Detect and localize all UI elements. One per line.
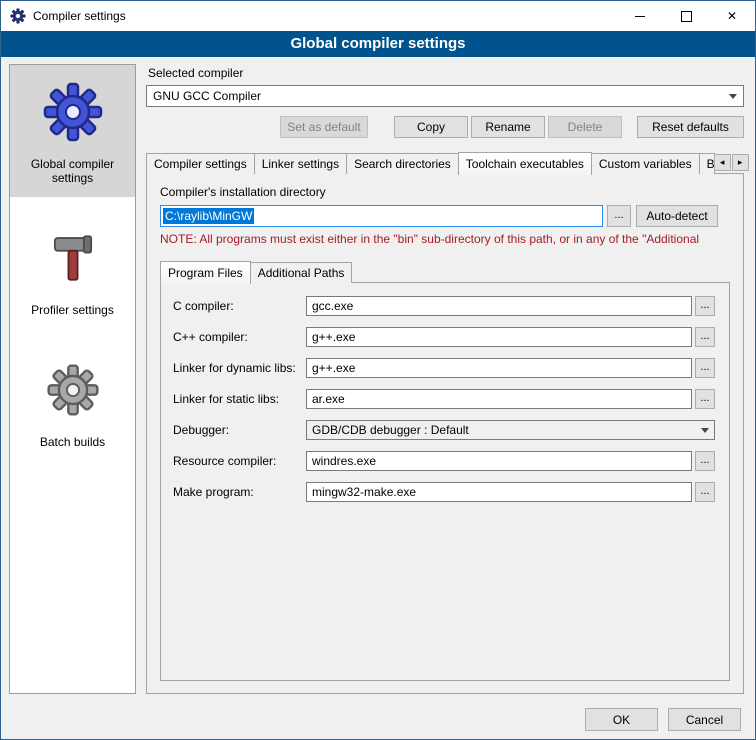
tab-scroll-left-icon[interactable]: ◂ xyxy=(714,154,731,171)
field-value: gcc.exe xyxy=(312,299,353,313)
sidebar-item-profiler-settings[interactable]: Profiler settings xyxy=(10,211,135,329)
field-value: mingw32-make.exe xyxy=(312,485,416,499)
sub-tab-strip: Program Files Additional Paths xyxy=(160,261,730,283)
chevron-down-icon xyxy=(701,428,709,433)
field-label: Make program: xyxy=(173,485,306,499)
field-label: Debugger: xyxy=(173,423,306,437)
static-linker-input[interactable]: ar.exe xyxy=(306,389,692,409)
field-label: C++ compiler: xyxy=(173,330,306,344)
ok-button[interactable]: OK xyxy=(585,708,658,731)
tab-additional-paths[interactable]: Additional Paths xyxy=(250,262,353,283)
cpp-compiler-browse-button[interactable]: ... xyxy=(695,327,715,347)
field-value: windres.exe xyxy=(312,454,376,468)
debugger-dropdown[interactable]: GDB/CDB debugger : Default xyxy=(306,420,715,440)
tab-linker-settings[interactable]: Linker settings xyxy=(254,153,347,174)
field-row-make-program: Make program: mingw32-make.exe ... xyxy=(173,482,717,502)
tab-scroll-right-icon[interactable]: ▸ xyxy=(732,154,749,171)
copy-button[interactable]: Copy xyxy=(394,116,468,138)
tab-custom-variables[interactable]: Custom variables xyxy=(591,153,700,174)
app-icon xyxy=(10,8,26,24)
set-as-default-button: Set as default xyxy=(280,116,368,138)
sidebar-item-label: Global compiler settings xyxy=(13,157,132,185)
minimize-icon xyxy=(635,16,645,17)
tab-program-files[interactable]: Program Files xyxy=(160,261,251,284)
maximize-button[interactable] xyxy=(663,1,709,31)
field-row-dynamic-linker: Linker for dynamic libs: g++.exe ... xyxy=(173,358,717,378)
field-value: ar.exe xyxy=(312,392,345,406)
close-button[interactable]: ✕ xyxy=(709,1,755,31)
field-label: Linker for static libs: xyxy=(173,392,306,406)
program-files-panel: C compiler: gcc.exe ... C++ compiler: g+… xyxy=(160,282,730,681)
content-area: Global compiler settings Profiler settin… xyxy=(1,57,755,700)
rename-button[interactable]: Rename xyxy=(471,116,545,138)
selected-compiler-label: Selected compiler xyxy=(148,66,744,80)
install-dir-value: C:\raylib\MinGW xyxy=(163,208,254,224)
auto-detect-button[interactable]: Auto-detect xyxy=(636,205,718,227)
gear-gray-icon xyxy=(13,355,132,425)
toolchain-executables-panel: Compiler's installation directory C:\ray… xyxy=(146,173,744,694)
page-title: Global compiler settings xyxy=(1,31,755,57)
sidebar-item-label: Batch builds xyxy=(13,435,132,449)
tab-scroll-buttons: ◂ ▸ xyxy=(714,154,749,171)
install-dir-browse-button[interactable]: ... xyxy=(607,205,631,227)
resource-compiler-browse-button[interactable]: ... xyxy=(695,451,715,471)
selected-compiler-dropdown[interactable]: GNU GCC Compiler xyxy=(146,85,744,107)
field-value: g++.exe xyxy=(312,330,355,344)
c-compiler-input[interactable]: gcc.exe xyxy=(306,296,692,316)
dynamic-linker-browse-button[interactable]: ... xyxy=(695,358,715,378)
title-bar: Compiler settings ✕ xyxy=(1,1,755,31)
window-controls: ✕ xyxy=(617,1,755,31)
maximize-icon xyxy=(681,11,692,22)
compiler-buttons-row: Set as default Copy Rename Delete Reset … xyxy=(146,116,744,138)
resource-compiler-input[interactable]: windres.exe xyxy=(306,451,692,471)
main-panel: Selected compiler GNU GCC Compiler Set a… xyxy=(146,64,744,694)
cancel-button[interactable]: Cancel xyxy=(668,708,741,731)
dialog-footer: OK Cancel xyxy=(1,700,755,739)
tab-toolchain-executables[interactable]: Toolchain executables xyxy=(458,152,592,175)
field-row-resource-compiler: Resource compiler: windres.exe ... xyxy=(173,451,717,471)
tab-build-options[interactable]: Build xyxy=(699,153,715,174)
delete-button: Delete xyxy=(548,116,622,138)
tab-compiler-settings[interactable]: Compiler settings xyxy=(146,153,255,174)
field-label: Linker for dynamic libs: xyxy=(173,361,306,375)
dynamic-linker-input[interactable]: g++.exe xyxy=(306,358,692,378)
install-dir-input[interactable]: C:\raylib\MinGW xyxy=(160,205,603,227)
field-row-cpp-compiler: C++ compiler: g++.exe ... xyxy=(173,327,717,347)
field-row-c-compiler: C compiler: gcc.exe ... xyxy=(173,296,717,316)
sidebar-item-batch-builds[interactable]: Batch builds xyxy=(10,343,135,461)
hammer-icon xyxy=(13,223,132,293)
static-linker-browse-button[interactable]: ... xyxy=(695,389,715,409)
compiler-settings-window: Compiler settings ✕ Global compiler sett… xyxy=(0,0,756,740)
sidebar-item-label: Profiler settings xyxy=(13,303,132,317)
settings-sidebar: Global compiler settings Profiler settin… xyxy=(9,64,136,694)
sidebar-item-global-compiler-settings[interactable]: Global compiler settings xyxy=(10,65,135,197)
make-program-browse-button[interactable]: ... xyxy=(695,482,715,502)
chevron-down-icon xyxy=(729,94,737,99)
field-label: Resource compiler: xyxy=(173,454,306,468)
field-row-debugger: Debugger: GDB/CDB debugger : Default xyxy=(173,420,717,440)
selected-compiler-value: GNU GCC Compiler xyxy=(153,89,723,103)
field-value: g++.exe xyxy=(312,361,355,375)
make-program-input[interactable]: mingw32-make.exe xyxy=(306,482,692,502)
field-label: C compiler: xyxy=(173,299,306,313)
window-title: Compiler settings xyxy=(33,9,617,23)
install-dir-row: C:\raylib\MinGW ... Auto-detect xyxy=(160,205,730,227)
main-tab-strip: Compiler settings Linker settings Search… xyxy=(146,152,744,174)
note-text: NOTE: All programs must exist either in … xyxy=(160,232,730,246)
tab-search-directories[interactable]: Search directories xyxy=(346,153,459,174)
c-compiler-browse-button[interactable]: ... xyxy=(695,296,715,316)
field-value: GDB/CDB debugger : Default xyxy=(312,423,469,437)
close-icon: ✕ xyxy=(727,9,737,23)
install-dir-label: Compiler's installation directory xyxy=(160,185,730,199)
gear-blue-icon xyxy=(13,77,132,147)
cpp-compiler-input[interactable]: g++.exe xyxy=(306,327,692,347)
minimize-button[interactable] xyxy=(617,1,663,31)
reset-defaults-button[interactable]: Reset defaults xyxy=(637,116,744,138)
field-row-static-linker: Linker for static libs: ar.exe ... xyxy=(173,389,717,409)
